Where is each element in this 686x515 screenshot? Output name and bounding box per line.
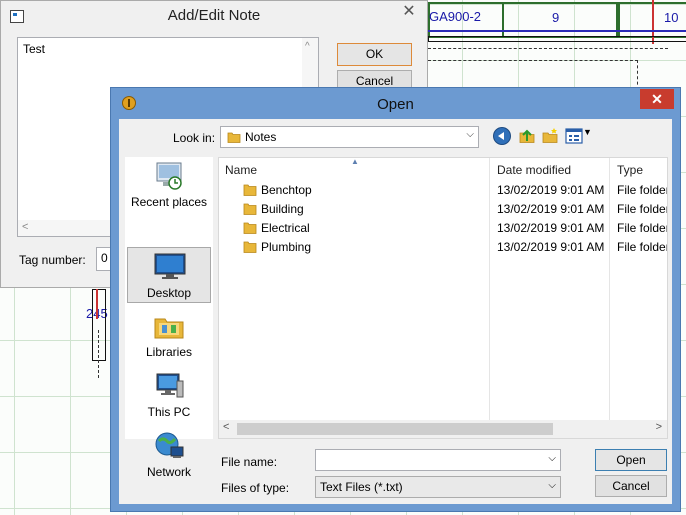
libraries-icon <box>154 318 184 339</box>
folder-icon <box>227 132 241 143</box>
cad-dashed-line <box>637 60 638 90</box>
cad-blue-line <box>428 30 686 32</box>
back-arrow-icon[interactable] <box>493 127 511 145</box>
cad-wall <box>428 36 686 42</box>
cad-red-line <box>96 289 98 319</box>
file-date: 13/02/2019 9:01 AM <box>497 202 605 216</box>
place-label: Libraries <box>145 345 193 359</box>
folder-icon <box>243 203 257 215</box>
place-label: Desktop <box>146 286 192 300</box>
folder-icon <box>243 222 257 234</box>
network-icon <box>155 432 184 458</box>
place-label: This PC <box>147 405 191 419</box>
look-in-label: Look in: <box>173 131 216 145</box>
file-row[interactable]: Plumbing 13/02/2019 9:01 AM File folder <box>219 237 668 256</box>
place-desktop[interactable]: Desktop <box>127 247 211 303</box>
file-type: File folder <box>617 221 668 235</box>
file-type: File folder <box>617 183 668 197</box>
cad-dashed-line <box>428 48 668 49</box>
scroll-right-icon[interactable]: > <box>656 421 662 433</box>
look-in-dropdown[interactable]: Notes ⌵ <box>220 126 479 148</box>
cad-label-10: 10 <box>664 10 679 25</box>
note-close-button[interactable]: ✕ <box>392 1 426 23</box>
cad-label-ga: GA900-2 <box>429 9 482 24</box>
cad-label-9: 9 <box>552 10 560 25</box>
sort-ascending-icon: ▲ <box>351 157 359 166</box>
place-this-pc[interactable]: This PC <box>127 367 211 423</box>
file-date: 13/02/2019 9:01 AM <box>497 183 605 197</box>
file-list-horizontal-scrollbar[interactable]: < > <box>219 420 667 438</box>
desktop-icon <box>154 253 186 279</box>
folder-icon <box>243 241 257 253</box>
column-header-name[interactable]: Name <box>225 163 257 177</box>
files-of-type-value: Text Files (*.txt) <box>320 480 403 494</box>
cad-dashed-line <box>428 60 638 61</box>
file-type: File folder <box>617 240 668 254</box>
new-folder-icon[interactable] <box>541 127 559 145</box>
file-name-input[interactable]: ⌵ <box>315 449 561 471</box>
chevron-down-icon[interactable]: ⌵ <box>548 453 556 464</box>
note-ok-button[interactable]: OK <box>337 43 412 66</box>
look-in-value: Notes <box>245 130 277 144</box>
file-name: Building <box>261 202 304 216</box>
files-of-type-dropdown[interactable]: Text Files (*.txt) ⌵ <box>315 476 561 498</box>
note-titlebar[interactable]: Add/Edit Note ✕ <box>1 1 427 31</box>
open-dialog-title: Open <box>377 96 414 113</box>
place-label: Recent places <box>130 195 208 209</box>
file-type: File folder <box>617 202 668 216</box>
file-row[interactable]: Building 13/02/2019 9:01 AM File folder <box>219 199 668 218</box>
cad-dashed-line <box>98 330 99 378</box>
column-header-date-modified[interactable]: Date modified <box>497 163 571 177</box>
scrollbar-thumb[interactable] <box>237 423 553 435</box>
file-date: 13/02/2019 9:01 AM <box>497 240 605 254</box>
column-header-type[interactable]: Type <box>617 163 643 177</box>
note-dialog-title: Add/Edit Note <box>167 7 261 24</box>
open-file-dialog: Open ✕ Look in: Notes ⌵ ▼ Recent places … <box>110 87 681 512</box>
tag-number-label: Tag number: <box>19 253 86 267</box>
recent-places-icon <box>156 162 182 190</box>
view-menu-icon[interactable] <box>565 127 583 145</box>
note-text-value: Test <box>23 42 46 56</box>
file-name: Benchtop <box>261 183 312 197</box>
file-name: Plumbing <box>261 240 312 254</box>
place-network[interactable]: Network <box>127 427 211 483</box>
file-list[interactable]: ▲ Name Date modified Type Benchtop 13/02… <box>218 157 668 439</box>
open-cancel-button[interactable]: Cancel <box>595 475 667 497</box>
this-pc-icon <box>156 373 184 398</box>
scroll-left-icon[interactable]: < <box>223 421 229 433</box>
chevron-down-icon: ⌵ <box>548 480 556 491</box>
file-row[interactable]: Electrical 13/02/2019 9:01 AM File folde… <box>219 218 668 237</box>
folder-icon <box>243 184 257 196</box>
open-close-button[interactable]: ✕ <box>640 89 674 109</box>
places-bar: Recent places Desktop Libraries This PC … <box>125 157 213 479</box>
cad-panel <box>502 2 618 38</box>
chevron-down-icon: ⌵ <box>466 129 474 140</box>
place-libraries[interactable]: Libraries <box>127 307 211 363</box>
file-date: 13/02/2019 9:01 AM <box>497 221 605 235</box>
file-name: Electrical <box>261 221 310 235</box>
open-dialog-body: Look in: Notes ⌵ ▼ Recent places Desktop… <box>119 119 672 504</box>
place-recent-places[interactable]: Recent places <box>127 157 211 213</box>
open-button[interactable]: Open <box>595 449 667 471</box>
files-of-type-label: Files of type: <box>221 481 290 495</box>
view-dropdown-arrow-icon[interactable]: ▼ <box>583 127 592 145</box>
file-name-label: File name: <box>221 455 278 469</box>
cad-wall <box>92 289 106 361</box>
place-label: Network <box>146 465 191 479</box>
up-folder-icon[interactable] <box>518 127 536 145</box>
file-row[interactable]: Benchtop 13/02/2019 9:01 AM File folder <box>219 180 668 199</box>
